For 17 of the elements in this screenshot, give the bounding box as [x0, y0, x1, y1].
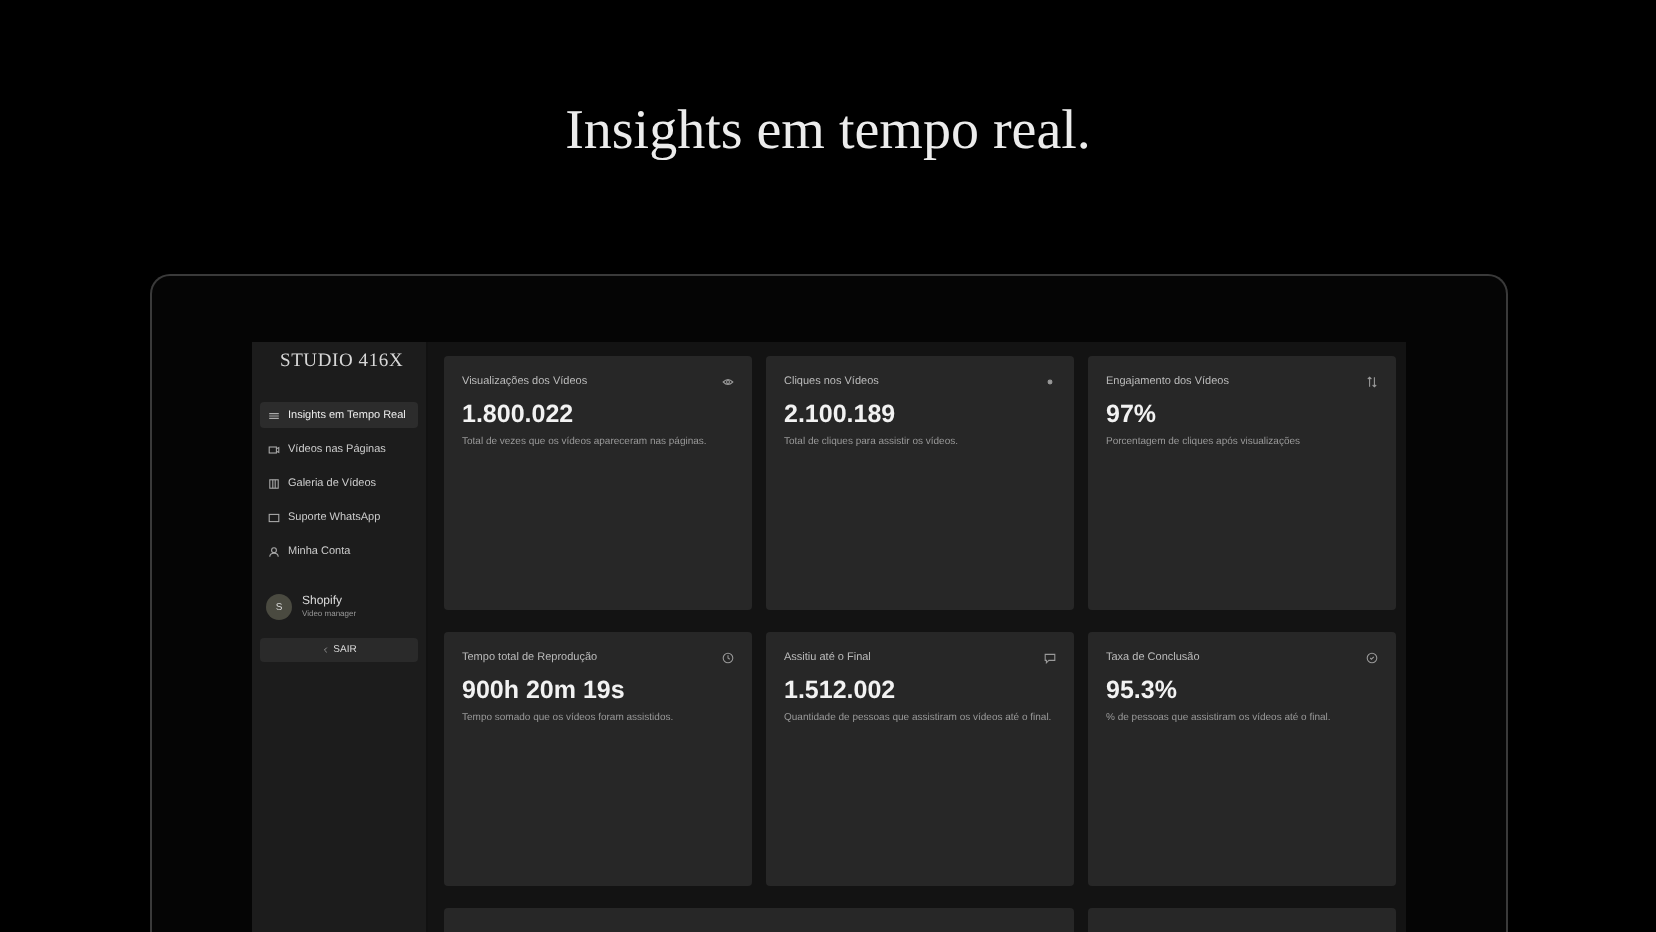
card-value: 900h 20m 19s: [462, 676, 627, 704]
gallery-icon: [268, 477, 280, 489]
arrows-icon: [1366, 376, 1378, 388]
camera-icon: [268, 443, 280, 455]
eye-icon: [722, 376, 734, 388]
card-value: 2.100.189: [784, 400, 898, 428]
card-value: 1.512.002: [784, 676, 898, 704]
card-value: 97%: [1106, 400, 1159, 428]
logo: STUDIO 416X: [278, 352, 406, 372]
card-value: 95.3%: [1106, 676, 1179, 704]
headline: Insights em tempo real.: [563, 98, 1093, 166]
clock-icon: [722, 652, 734, 664]
dot-icon: [1044, 376, 1056, 388]
user-icon: [268, 545, 280, 557]
badge-icon: [1366, 652, 1378, 664]
lines-icon: [268, 409, 280, 421]
card-value: 1.800.022: [462, 400, 576, 428]
